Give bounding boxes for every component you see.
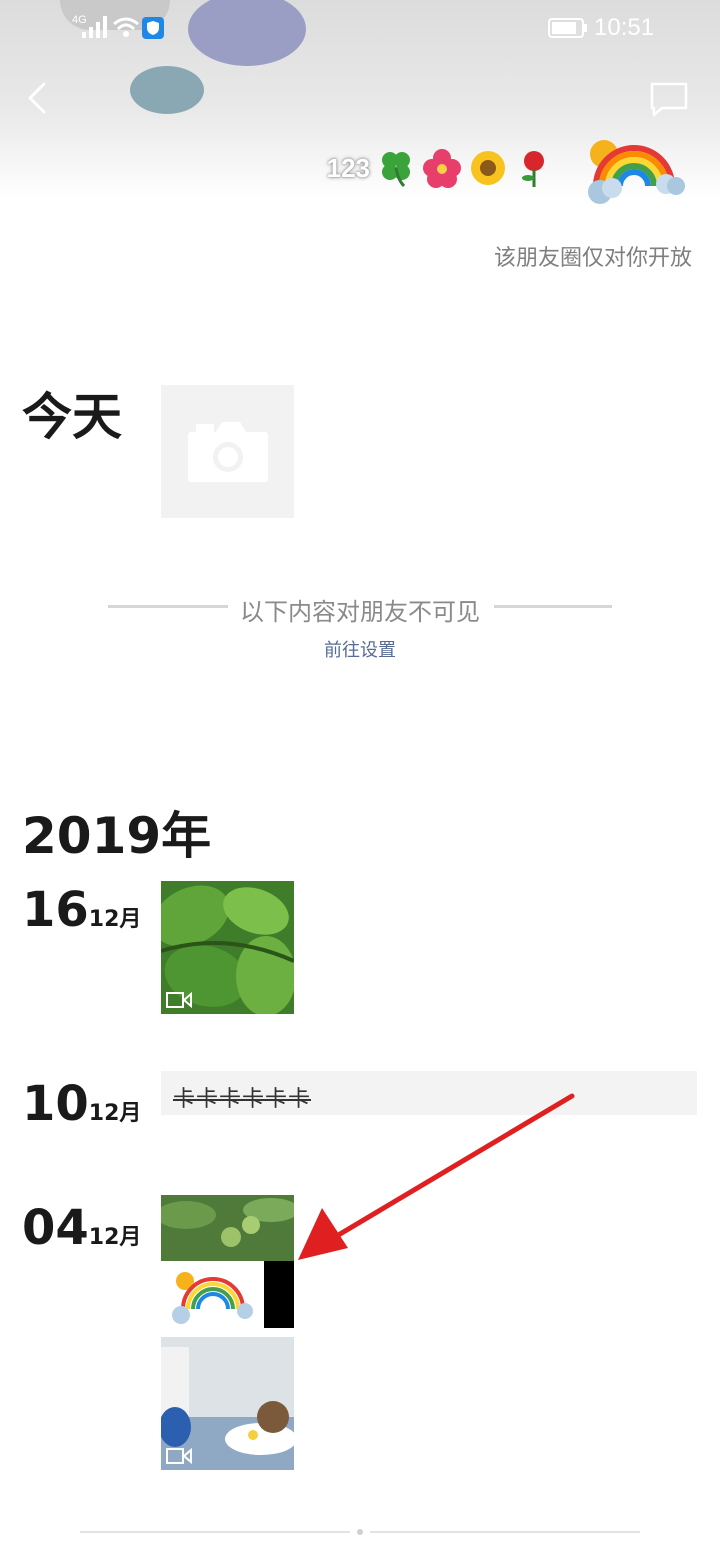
- security-shield-icon: [142, 17, 164, 39]
- camera-icon: [187, 421, 268, 482]
- rainbow-sticker-image: [161, 1261, 264, 1328]
- annotation-arrow: [298, 1093, 575, 1260]
- persimmon-tree-photo: [161, 1195, 294, 1261]
- sunflower-emoji: [471, 151, 505, 185]
- footer-divider-right: [370, 1531, 640, 1533]
- black-image-strip: [264, 1261, 294, 1328]
- video-icon: [166, 1448, 192, 1464]
- avatar[interactable]: [578, 126, 688, 226]
- post-day: 10: [22, 1076, 89, 1132]
- today-label: 今天: [22, 388, 122, 446]
- back-arrow-icon[interactable]: [14, 74, 58, 122]
- post-day: 04: [22, 1200, 89, 1256]
- post-month: 12月: [88, 907, 142, 932]
- hidden-content-divider: 以下内容对朋友不可见: [0, 592, 720, 627]
- nickname-text: 123: [326, 152, 370, 183]
- go-to-settings-link[interactable]: 前往设置: [0, 636, 720, 662]
- profile-nickname[interactable]: 123: [327, 148, 554, 188]
- post-day: 16: [22, 882, 89, 938]
- clock: 10:51: [594, 14, 655, 41]
- clover-emoji: [382, 152, 410, 188]
- post-thumbnail[interactable]: [161, 881, 294, 1014]
- message-icon[interactable]: [646, 78, 692, 120]
- post-month: 12月: [88, 1101, 142, 1126]
- status-bar: 4G 10:51: [0, 0, 720, 56]
- add-post-camera-button[interactable]: [161, 385, 294, 518]
- wifi-icon: [113, 17, 139, 37]
- video-icon: [166, 992, 192, 1008]
- post-date: 16 12月: [22, 886, 141, 934]
- cloud-decoration: [130, 66, 204, 114]
- post-date: 10 12月: [22, 1080, 141, 1128]
- rose-emoji: [522, 151, 544, 187]
- hibiscus-emoji: [423, 149, 461, 188]
- post-date: 04 12月: [22, 1204, 141, 1252]
- hidden-content-text: 以下内容对朋友不可见: [238, 598, 482, 626]
- visibility-note: 该朋友圈仅对你开放: [493, 246, 692, 271]
- signal-icon: [82, 16, 107, 38]
- post-thumbnail[interactable]: [161, 1337, 294, 1470]
- post-month: 12月: [88, 1225, 142, 1250]
- year-header: 2019年: [22, 807, 212, 865]
- post-thumbnail-collage[interactable]: [161, 1195, 294, 1328]
- footer-divider-left: [80, 1531, 350, 1533]
- battery-icon: [548, 18, 587, 38]
- footer-dot: [357, 1529, 363, 1535]
